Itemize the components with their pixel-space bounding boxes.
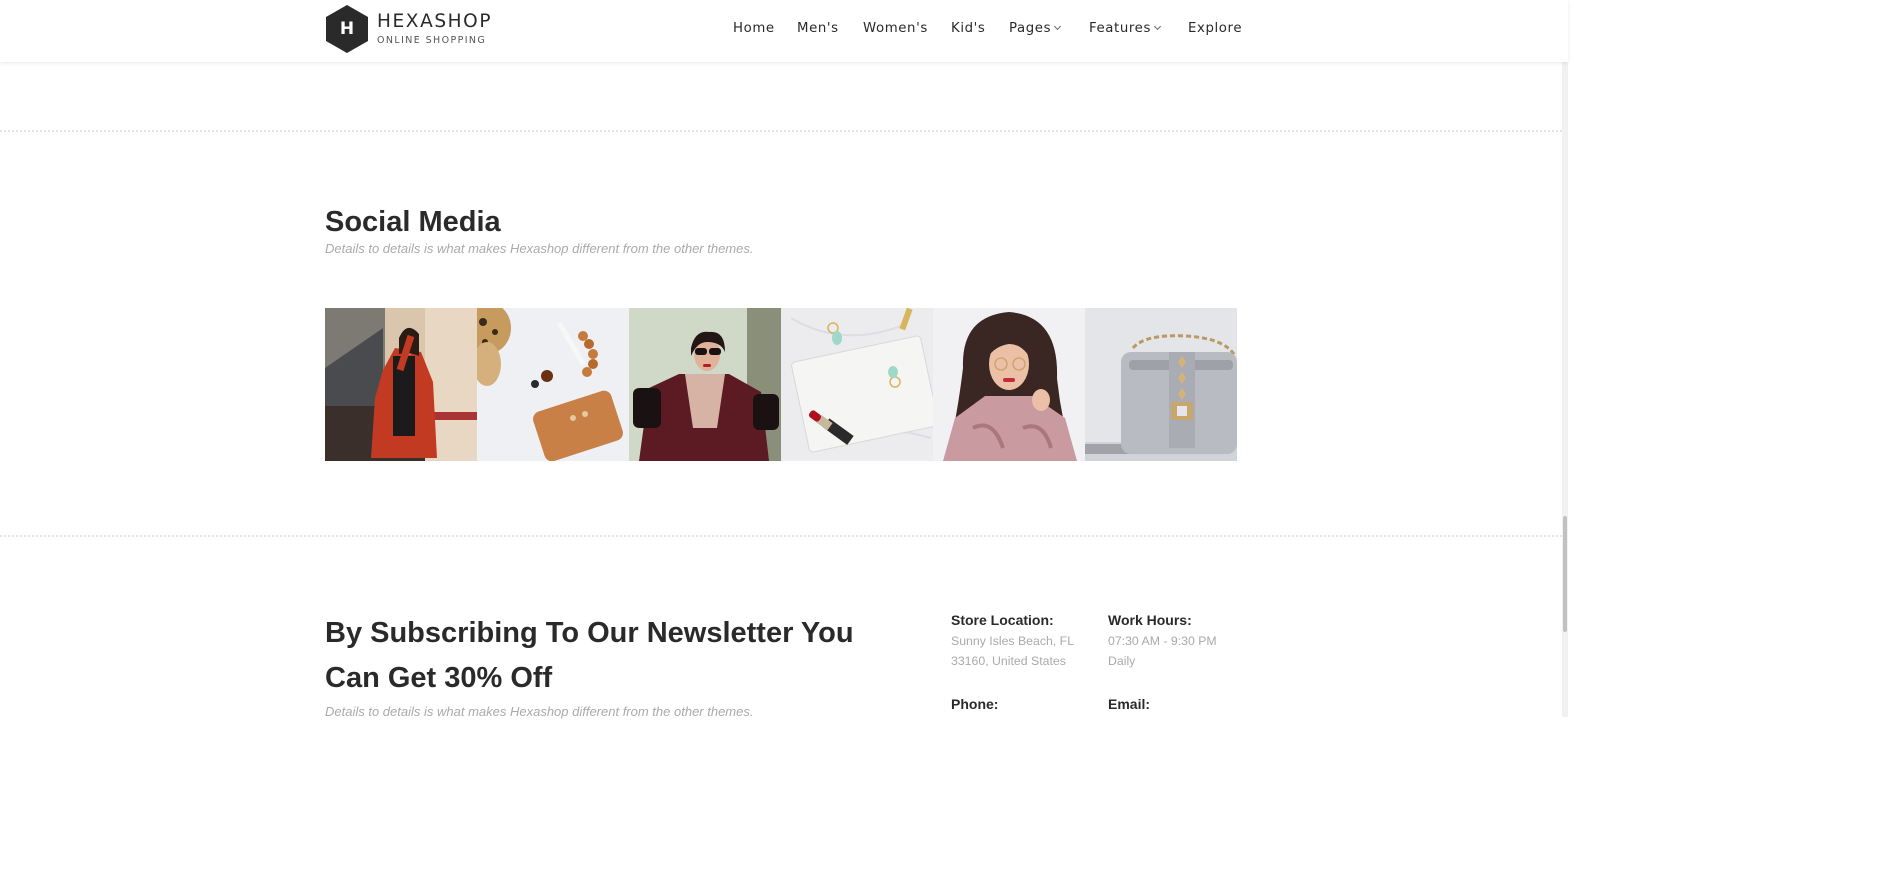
- scrollbar-thumb[interactable]: [1563, 516, 1567, 632]
- nav-kids[interactable]: Kid's: [951, 21, 985, 36]
- logo-name: HEXASHOP: [377, 11, 493, 32]
- logo-letter: H: [339, 19, 355, 39]
- store-location-line1: Sunny Isles Beach, FL: [951, 634, 1075, 648]
- nav-womens-label: Women's: [863, 21, 928, 36]
- social-subtitle: Details to details is what makes Hexasho…: [325, 241, 754, 256]
- newsletter-subtitle: Details to details is what makes Hexasho…: [325, 704, 754, 719]
- work-hours-label: Work Hours:: [1108, 612, 1192, 628]
- woman-sunglasses-burgundy-coat-photo[interactable]: [629, 308, 781, 461]
- site-header: H HEXASHOP ONLINE SHOPPING Home Men's Wo…: [0, 0, 1568, 62]
- nav-home-label: Home: [733, 21, 775, 36]
- logo-tagline: ONLINE SHOPPING: [377, 35, 487, 46]
- page-scrollbar[interactable]: [1562, 0, 1568, 717]
- work-hours-line1: 07:30 AM - 9:30 PM: [1108, 634, 1217, 648]
- store-location-line2: 33160, United States: [951, 654, 1066, 668]
- nav-womens[interactable]: Women's: [863, 21, 928, 36]
- nav-mens[interactable]: Men's: [797, 21, 839, 36]
- nav-explore-label: Explore: [1188, 21, 1243, 36]
- nav-home[interactable]: Home: [733, 21, 775, 36]
- nav-explore[interactable]: Explore: [1188, 21, 1242, 36]
- leather-wallet-accessories-photo[interactable]: [477, 308, 629, 461]
- work-hours-line2: Daily: [1108, 654, 1136, 668]
- grey-studded-handbag-photo[interactable]: [1085, 308, 1237, 461]
- nav-features-label: Features: [1089, 21, 1151, 36]
- store-location-label: Store Location:: [951, 612, 1054, 628]
- section-divider: [0, 130, 1562, 132]
- section-divider: [0, 535, 1562, 537]
- social-gallery: [325, 308, 1239, 461]
- phone-label: Phone:: [951, 696, 999, 712]
- white-clutch-lipstick-photo[interactable]: [781, 308, 933, 461]
- nav-pages[interactable]: Pages: [1009, 21, 1062, 36]
- woman-red-coat-photo[interactable]: [325, 308, 477, 461]
- woman-pink-jacket-photo[interactable]: [933, 308, 1085, 461]
- chevron-down-icon: [1153, 22, 1162, 31]
- newsletter-title: By Subscribing To Our Newsletter You Can…: [325, 617, 854, 694]
- social-title: Social Media: [325, 206, 501, 238]
- nav-kids-label: Kid's: [951, 21, 986, 36]
- nav-pages-label: Pages: [1009, 21, 1052, 36]
- email-label: Email:: [1108, 696, 1151, 712]
- nav-features[interactable]: Features: [1089, 21, 1162, 36]
- chevron-down-icon: [1054, 22, 1062, 31]
- nav-mens-label: Men's: [797, 21, 839, 36]
